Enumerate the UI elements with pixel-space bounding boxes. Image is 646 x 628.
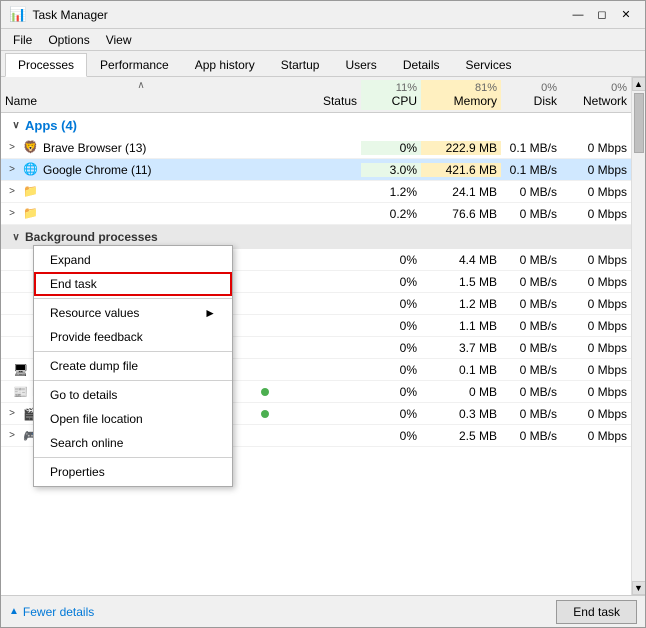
row-disk: 0.1 MB/s (501, 163, 561, 177)
scroll-thumb[interactable] (634, 93, 644, 153)
app-icon: 📁 (23, 184, 39, 200)
end-task-button[interactable]: End task (556, 600, 637, 624)
row-network: 0 Mbps (561, 207, 631, 221)
chevron-down-icon: ▲ (9, 606, 19, 617)
bottom-bar: ▲ Fewer details End task (1, 595, 645, 627)
tab-users[interactable]: Users (332, 53, 389, 76)
app-icon: 📁 (23, 206, 39, 222)
bg-expander[interactable]: ∨ (9, 230, 23, 244)
green-status-dot (261, 410, 269, 418)
row-name: Google Chrome (11) (43, 163, 152, 177)
table-row[interactable]: > 🌐 Google Chrome (11) 3.0% 421.6 MB 0.1… (1, 159, 631, 181)
col-name[interactable]: ∧ Name (1, 78, 281, 110)
row-network: 0 Mbps (561, 141, 631, 155)
disk-pct: 0% (505, 82, 557, 94)
row-expander[interactable]: > (5, 163, 19, 177)
net-pct: 0% (565, 82, 627, 94)
ctx-end-task[interactable]: End task (34, 272, 232, 296)
tab-details[interactable]: Details (390, 53, 453, 76)
ctx-open-file-location[interactable]: Open file location (34, 407, 232, 431)
row-cpu: 0.2% (361, 207, 421, 221)
row-memory: 421.6 MB (421, 163, 501, 177)
row-name: Brave Browser (13) (43, 141, 146, 155)
title-bar: 📊 Task Manager — ◻ ✕ (1, 1, 645, 29)
ctx-create-dump[interactable]: Create dump file (34, 354, 232, 378)
window-title: Task Manager (32, 8, 107, 22)
content-area: ∧ Name Status 11% CPU 81% Memory 0% D (1, 77, 645, 595)
col-network[interactable]: 0% Network (561, 80, 631, 110)
task-manager-window: 📊 Task Manager — ◻ ✕ File Options View P… (0, 0, 646, 628)
row-cpu: 1.2% (361, 185, 421, 199)
apps-section-title: Apps (4) (25, 118, 77, 133)
sort-arrow: ∧ (137, 80, 144, 94)
menu-options[interactable]: Options (40, 31, 97, 49)
col-cpu[interactable]: 11% CPU (361, 80, 421, 110)
maximize-button[interactable]: ◻ (591, 5, 613, 25)
fewer-details-label: Fewer details (23, 605, 94, 619)
green-status-dot (261, 388, 269, 396)
table-header: ∧ Name Status 11% CPU 81% Memory 0% D (1, 77, 631, 113)
ctx-expand[interactable]: Expand (34, 248, 232, 272)
ctx-resource-values[interactable]: Resource values ► (34, 301, 232, 325)
tab-performance[interactable]: Performance (87, 53, 182, 76)
row-memory: 76.6 MB (421, 207, 501, 221)
tab-processes[interactable]: Processes (5, 53, 87, 77)
table-row[interactable]: > 🦁 Brave Browser (13) 0% 222.9 MB 0.1 M… (1, 137, 631, 159)
row-cpu: 3.0% (361, 163, 421, 177)
cpu-pct: 11% (365, 82, 417, 94)
ctx-sep-4 (34, 457, 232, 458)
tab-bar: Processes Performance App history Startu… (1, 51, 645, 77)
table-row[interactable]: > 📁 1.2% 24.1 MB 0 MB/s 0 Mbps (1, 181, 631, 203)
scroll-down-arrow[interactable]: ▼ (632, 581, 646, 595)
col-disk[interactable]: 0% Disk (501, 80, 561, 110)
apps-section-header: ∨ Apps (4) (1, 113, 631, 137)
tab-startup[interactable]: Startup (268, 53, 333, 76)
close-button[interactable]: ✕ (615, 5, 637, 25)
menu-bar: File Options View (1, 29, 645, 51)
brave-icon: 🦁 (23, 140, 39, 156)
vertical-scrollbar[interactable]: ▲ ▼ (631, 77, 645, 595)
ctx-sep-2 (34, 351, 232, 352)
menu-view[interactable]: View (98, 31, 140, 49)
row-memory: 24.1 MB (421, 185, 501, 199)
menu-file[interactable]: File (5, 31, 40, 49)
row-expander[interactable]: > (5, 141, 19, 155)
ctx-go-details[interactable]: Go to details (34, 383, 232, 407)
row-memory: 222.9 MB (421, 141, 501, 155)
row-disk: 0.1 MB/s (501, 141, 561, 155)
row-network: 0 Mbps (561, 163, 631, 177)
scroll-up-arrow[interactable]: ▲ (632, 77, 646, 91)
row-cpu: 0% (361, 141, 421, 155)
col-memory[interactable]: 81% Memory (421, 80, 501, 110)
apps-expander[interactable]: ∨ (9, 118, 23, 132)
bg-section-title: Background processes (25, 230, 158, 244)
context-menu: Expand End task Resource values ► Provid… (33, 245, 233, 487)
tab-services[interactable]: Services (453, 53, 525, 76)
row-network: 0 Mbps (561, 185, 631, 199)
chrome-icon: 🌐 (23, 162, 39, 178)
tab-app-history[interactable]: App history (182, 53, 268, 76)
ctx-sep-3 (34, 380, 232, 381)
table-row[interactable]: > 📁 0.2% 76.6 MB 0 MB/s 0 Mbps (1, 203, 631, 225)
ctx-properties[interactable]: Properties (34, 460, 232, 484)
ctx-search-online[interactable]: Search online (34, 431, 232, 455)
row-disk: 0 MB/s (501, 207, 561, 221)
window-controls: — ◻ ✕ (567, 5, 637, 25)
feeds-status (261, 385, 269, 399)
minimize-button[interactable]: — (567, 5, 589, 25)
ctx-provide-feedback[interactable]: Provide feedback (34, 325, 232, 349)
row-expander[interactable]: > (5, 429, 19, 443)
col-status[interactable]: Status (281, 92, 361, 110)
row-expander[interactable]: > (5, 207, 19, 221)
row-expander[interactable]: > (5, 185, 19, 199)
mem-pct: 81% (425, 82, 497, 94)
row-expander[interactable]: > (5, 407, 19, 421)
filmstv-status (261, 407, 269, 421)
fewer-details-button[interactable]: ▲ Fewer details (9, 605, 94, 619)
ctx-sep-1 (34, 298, 232, 299)
row-disk: 0 MB/s (501, 185, 561, 199)
app-icon: 📊 (9, 6, 26, 23)
